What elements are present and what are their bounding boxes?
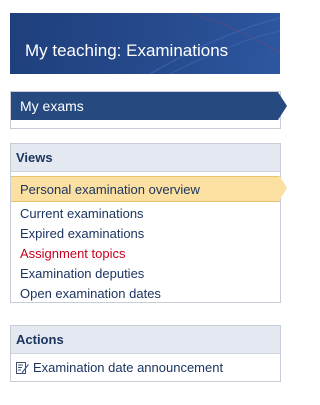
actions-panel: Actions Examination date announcement xyxy=(10,325,281,382)
view-item-label: Personal examination overview xyxy=(20,182,200,197)
edit-document-icon xyxy=(16,361,29,377)
view-item-personal-examination-overview[interactable]: Personal examination overview xyxy=(11,176,280,202)
views-panel-title: Views xyxy=(11,144,280,172)
active-view-arrow-icon xyxy=(279,175,287,201)
page-title: My teaching: Examinations xyxy=(25,41,229,60)
examination-date-announcement-link[interactable]: Examination date announcement xyxy=(16,360,223,377)
action-item-label: Examination date announcement xyxy=(33,360,224,375)
view-item-examination-deputies[interactable]: Examination deputies xyxy=(20,266,144,281)
actions-panel-title: Actions xyxy=(11,326,280,354)
my-exams-panel: My exams xyxy=(10,91,287,129)
view-item-expired-examinations[interactable]: Expired examinations xyxy=(20,226,144,241)
view-item-current-examinations[interactable]: Current examinations xyxy=(20,206,144,221)
page-header: My teaching: Examinations xyxy=(10,13,280,74)
my-exams-arrow-icon xyxy=(278,92,287,120)
my-exams-link[interactable]: My exams xyxy=(11,92,278,120)
view-item-open-examination-dates[interactable]: Open examination dates xyxy=(20,286,161,301)
view-item-assignment-topics[interactable]: Assignment topics xyxy=(20,246,126,261)
views-panel: Views Personal examination overview Curr… xyxy=(10,143,281,303)
